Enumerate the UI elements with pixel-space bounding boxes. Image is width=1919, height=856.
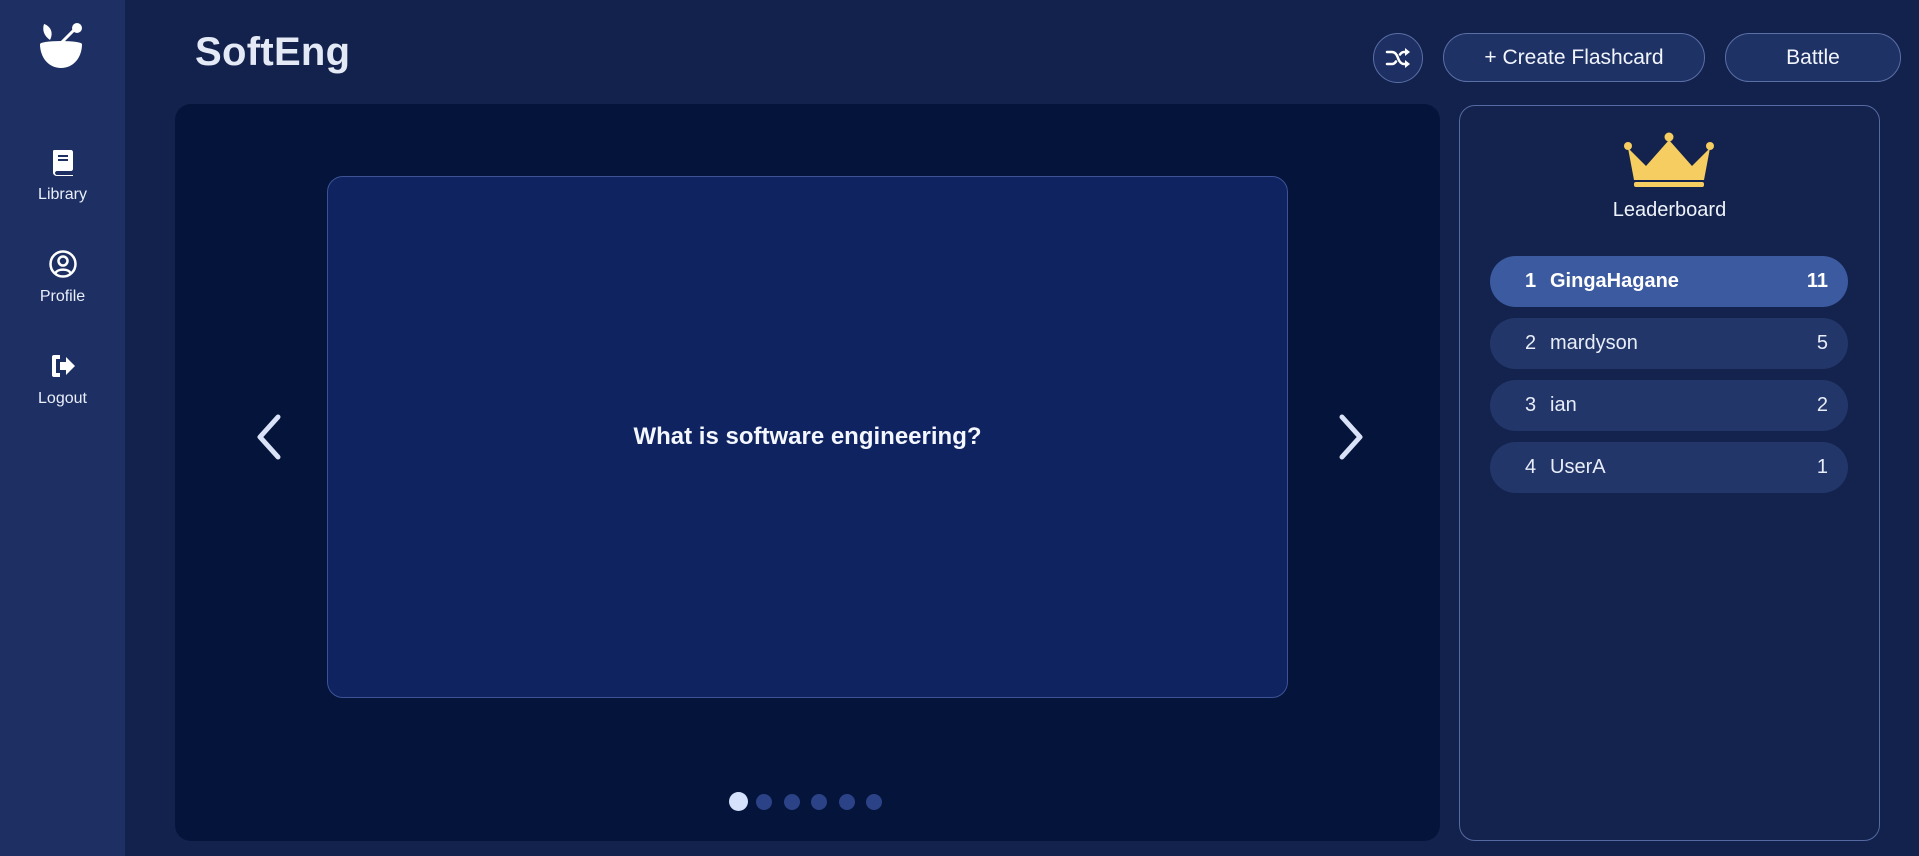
leaderboard-score: 1 [1816, 456, 1828, 478]
leaderboard-name: ian [1550, 394, 1577, 416]
page-title: SoftEng [195, 30, 351, 74]
shuffle-button[interactable] [1373, 33, 1423, 83]
create-flashcard-button[interactable]: + Create Flashcard [1443, 33, 1705, 82]
sidebar-item-logout[interactable]: Logout [0, 351, 125, 408]
sidebar-item-library[interactable]: Library [0, 147, 125, 204]
bowl-with-leaf-icon[interactable] [36, 22, 86, 74]
flashcard-viewer: What is software engineering? [175, 104, 1440, 841]
pagination-dot[interactable] [729, 792, 748, 811]
leaderboard-rank: 1 [1525, 270, 1537, 292]
pagination-dot[interactable] [811, 794, 827, 810]
sidebar-item-label: Profile [39, 288, 86, 305]
book-icon [52, 150, 73, 176]
leaderboard-name: UserA [1550, 456, 1606, 478]
leaderboard-rank: 4 [1525, 456, 1537, 478]
sidebar-item-label: Library [38, 186, 87, 203]
pagination-dot[interactable] [866, 794, 882, 810]
leaderboard-row: 2 mardyson 5 [1490, 318, 1848, 369]
leaderboard-row: 1 GingaHagane 11 [1490, 256, 1848, 307]
leaderboard-rank: 2 [1525, 332, 1537, 354]
leaderboard-rank: 3 [1525, 394, 1537, 416]
leaderboard-score: 2 [1816, 394, 1828, 416]
crown-icon [1624, 132, 1714, 187]
flashcard-question: What is software engineering? [633, 423, 982, 450]
leaderboard-title: Leaderboard [1612, 199, 1727, 221]
shuffle-icon [1385, 48, 1410, 68]
leaderboard-name: mardyson [1550, 332, 1638, 354]
leaderboard-score: 5 [1816, 332, 1828, 354]
leaderboard-score: 11 [1806, 270, 1828, 292]
pagination-dot[interactable] [838, 794, 855, 810]
leaderboard-name: GingaHagane [1550, 270, 1679, 292]
pagination-dot[interactable] [756, 794, 772, 810]
battle-button[interactable]: Battle [1725, 33, 1901, 82]
chevron-right-icon[interactable] [1328, 409, 1372, 465]
leaderboard-row: 4 UserA 1 [1490, 442, 1848, 493]
user-circle-icon [48, 250, 77, 278]
sidebar-item-profile[interactable]: Profile [0, 249, 125, 306]
logout-icon [51, 355, 75, 377]
flashcard[interactable]: What is software engineering? [327, 176, 1288, 698]
leaderboard-panel: Leaderboard 1 GingaHagane 11 2 mardyson … [1459, 105, 1880, 841]
sidebar-item-label: Logout [38, 390, 87, 407]
sidebar: Library Profile Logout [0, 0, 125, 856]
chevron-left-icon[interactable] [248, 409, 292, 465]
pagination-dot[interactable] [783, 794, 800, 810]
leaderboard-row: 3 ian 2 [1490, 380, 1848, 431]
